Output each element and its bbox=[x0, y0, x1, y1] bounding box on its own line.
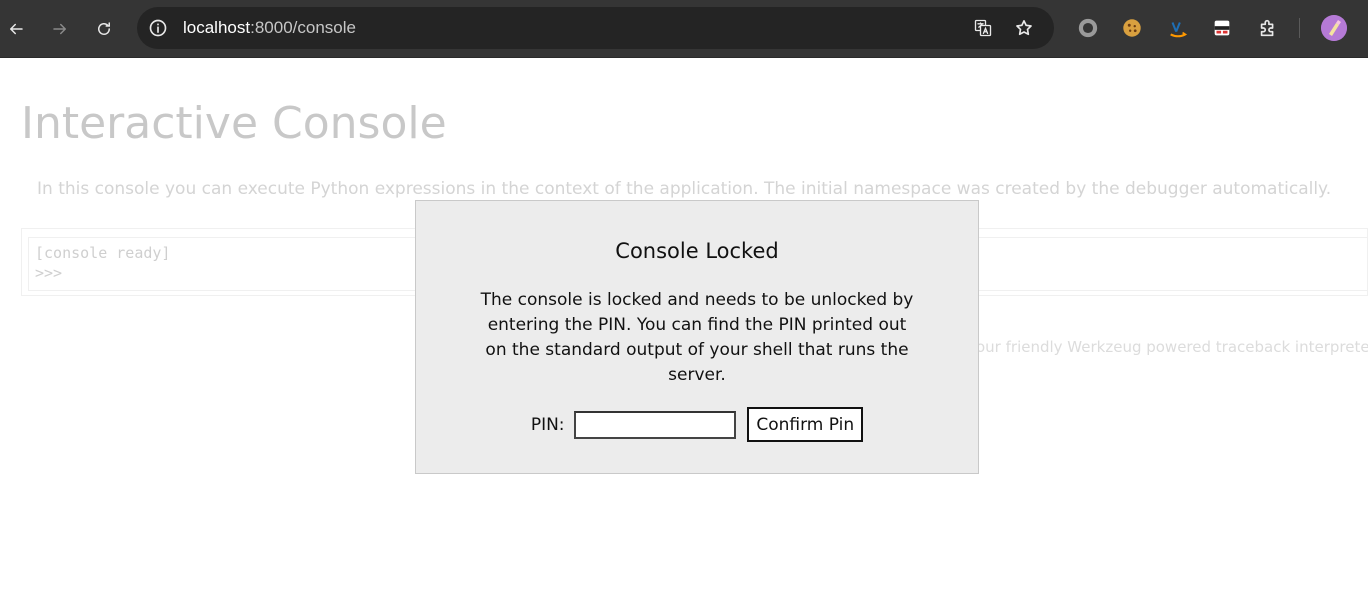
forward-icon bbox=[53, 23, 66, 35]
avatar[interactable] bbox=[1321, 15, 1347, 41]
console-prompt[interactable]: >>> bbox=[35, 264, 62, 282]
spy-extension-icon[interactable] bbox=[1209, 15, 1235, 41]
bookmark-star-icon[interactable] bbox=[1014, 18, 1034, 38]
footer-text: our friendly Werkzeug powered traceback … bbox=[976, 338, 1368, 356]
reload-button[interactable] bbox=[88, 13, 120, 45]
forward-button[interactable] bbox=[44, 13, 76, 45]
console-locked-dialog: Console Locked The console is locked and… bbox=[415, 200, 979, 474]
back-button[interactable] bbox=[0, 13, 32, 45]
console-ready-line: [console ready] bbox=[35, 244, 171, 262]
dialog-title: Console Locked bbox=[615, 239, 779, 263]
back-icon bbox=[10, 23, 23, 35]
address-url[interactable]: localhost:8000/console bbox=[183, 18, 356, 38]
pin-label: PIN: bbox=[530, 414, 565, 435]
browser-toolbar: localhost:8000/console bbox=[0, 0, 1368, 58]
page-intro: In this console you can execute Python e… bbox=[37, 179, 1332, 199]
toolbar-divider bbox=[1299, 18, 1300, 38]
amazon-extension-icon[interactable] bbox=[1165, 15, 1191, 41]
pin-form: PIN: Confirm Pin bbox=[416, 407, 978, 442]
url-host: localhost bbox=[183, 18, 251, 37]
page-title: Interactive Console bbox=[21, 98, 447, 149]
extensions-icon[interactable] bbox=[1255, 15, 1281, 41]
site-info-icon[interactable] bbox=[148, 18, 168, 38]
translate-icon[interactable] bbox=[973, 18, 993, 38]
dialog-message: The console is locked and needs to be un… bbox=[480, 290, 914, 385]
cookie-extension-icon[interactable] bbox=[1119, 15, 1145, 41]
reload-icon bbox=[98, 22, 110, 35]
record-extension-icon[interactable] bbox=[1075, 15, 1101, 41]
address-bar[interactable]: localhost:8000/console bbox=[137, 7, 1054, 49]
pin-input[interactable] bbox=[573, 410, 736, 439]
url-path: :8000/console bbox=[250, 18, 356, 37]
confirm-pin-button[interactable]: Confirm Pin bbox=[747, 407, 864, 442]
